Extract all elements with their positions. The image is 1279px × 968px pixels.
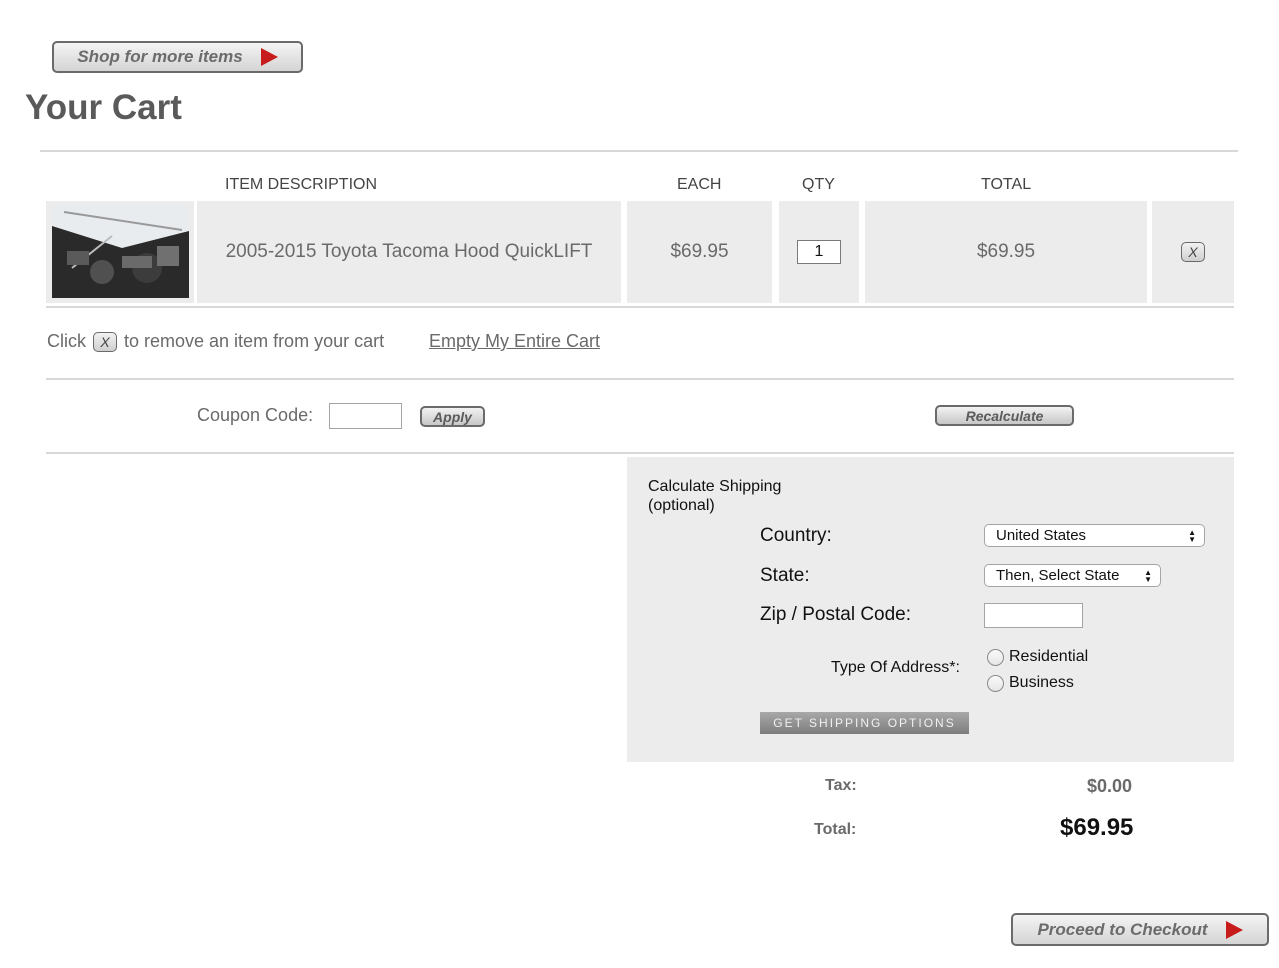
select-arrows-icon: ▲ ▼ [1144, 568, 1152, 584]
address-type-label: Type Of Address*: [831, 659, 960, 676]
state-select[interactable]: Then, Select State ▲ ▼ [984, 564, 1161, 587]
item-price: $69.95 [627, 201, 772, 303]
qty-cell [779, 201, 859, 303]
country-label: Country: [760, 525, 832, 546]
product-thumbnail [51, 206, 189, 298]
zip-input[interactable] [984, 603, 1083, 628]
close-icon: X [1188, 244, 1198, 260]
page-title: Your Cart [25, 88, 182, 127]
country-value: United States [996, 527, 1087, 544]
header-description: ITEM DESCRIPTION [225, 176, 378, 193]
quantity-input[interactable] [797, 240, 841, 264]
residential-label: Residential [1009, 648, 1089, 665]
select-arrows-icon: ▲ ▼ [1188, 528, 1196, 544]
shop-more-button[interactable]: Shop for more items [52, 41, 303, 73]
hint-x-label: X [100, 333, 110, 350]
divider [46, 306, 1234, 308]
total-label: Total: [814, 821, 857, 838]
shop-more-label: Shop for more items [77, 47, 243, 66]
proceed-to-checkout-button[interactable]: Proceed to Checkout [1011, 913, 1269, 946]
product-image-cell [46, 201, 194, 303]
divider [46, 452, 1234, 454]
arrow-right-icon [260, 48, 278, 66]
remove-item-button[interactable]: X [1181, 242, 1205, 262]
close-icon: X [93, 331, 117, 352]
tax-label: Tax: [825, 777, 857, 794]
header-qty: QTY [802, 176, 835, 193]
remove-hint-prefix: Click [47, 331, 86, 351]
state-value: Then, Select State [996, 567, 1120, 584]
apply-button[interactable]: Apply [420, 406, 485, 427]
business-label: Business [1009, 674, 1074, 691]
total-value: $69.95 [1060, 814, 1134, 841]
header-total: TOTAL [981, 176, 1032, 193]
country-select[interactable]: United States ▲ ▼ [984, 524, 1205, 547]
remove-hint: Click X to remove an item from your cart [47, 331, 384, 352]
remove-cell: X [1152, 201, 1234, 303]
shipping-title: Calculate Shipping (optional) [648, 477, 781, 515]
remove-hint-text: to remove an item from your cart [124, 331, 385, 351]
shipping-title-line2: (optional) [648, 497, 715, 514]
header-each: EACH [677, 176, 722, 193]
item-total: $69.95 [865, 201, 1147, 303]
zip-label: Zip / Postal Code: [760, 604, 912, 625]
business-radio[interactable] [987, 675, 1004, 692]
residential-radio[interactable] [987, 649, 1004, 666]
empty-cart-link[interactable]: Empty My Entire Cart [429, 331, 600, 352]
item-description: 2005-2015 Toyota Tacoma Hood QuickLIFT [197, 201, 621, 303]
coupon-label: Coupon Code: [197, 405, 314, 425]
get-shipping-options-button[interactable]: GET SHIPPING OPTIONS [760, 712, 969, 734]
divider [40, 150, 1238, 152]
coupon-input[interactable] [329, 403, 402, 429]
shipping-title-line1: Calculate Shipping [648, 478, 782, 495]
shipping-calculator: Calculate Shipping (optional) Country: U… [627, 457, 1234, 762]
tax-value: $0.00 [1087, 776, 1133, 796]
checkout-label: Proceed to Checkout [1037, 919, 1208, 939]
recalculate-button[interactable]: Recalculate [935, 405, 1074, 426]
arrow-right-icon [1225, 920, 1243, 939]
state-label: State: [760, 565, 810, 586]
divider [46, 378, 1234, 380]
